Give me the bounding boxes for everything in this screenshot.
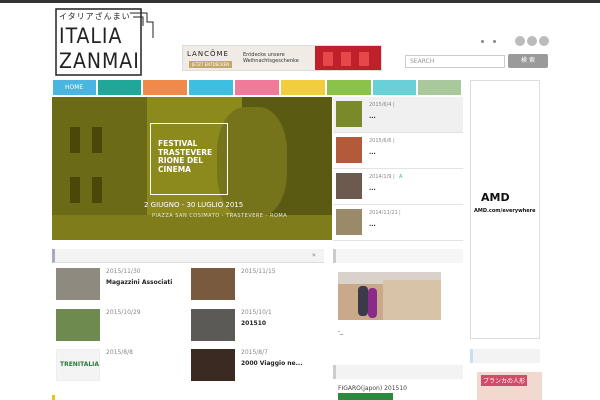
list-thumb (336, 209, 362, 235)
amd-logo: AMD (481, 191, 510, 204)
list-item[interactable]: 2014/1/9 | A ... (333, 169, 463, 205)
article-card[interactable]: 2015/11/30 Magazzini Associati (56, 268, 196, 304)
list-item[interactable]: 2015/6/4 | ... (333, 97, 463, 133)
sidebar-ad-banner[interactable]: ブランカの人形 (477, 372, 542, 400)
list-title: ... (369, 221, 376, 228)
list-thumb (336, 101, 362, 127)
nav-item-8[interactable] (373, 80, 416, 95)
more-arrow-icon[interactable]: » (312, 251, 316, 259)
banner-gift-image (315, 46, 381, 70)
amd-url: AMD.com/everywhere (474, 208, 536, 214)
list-item[interactable]: 2014/11/21 | ... (333, 205, 463, 241)
nav-item-home[interactable]: HOME (53, 80, 96, 95)
article-title: 201510 (241, 320, 267, 327)
search-input[interactable]: SEARCH (405, 55, 505, 68)
article-date: 2015/10/1 (241, 309, 272, 316)
article-thumb (56, 309, 100, 341)
top-border (0, 0, 600, 3)
sidebar-ad-text: ブランカの人形 (481, 375, 528, 386)
article-date: 2015/11/15 (241, 268, 276, 275)
hero-slide[interactable]: FESTIVAL TRASTEVERE RIONE DEL CINEMA 2 G… (52, 97, 332, 240)
list-tag[interactable]: A (399, 174, 402, 180)
sidebar-ad-amd[interactable]: AMD AMD.com/everywhere (470, 80, 540, 339)
sidebar-section-header (470, 349, 540, 363)
photo-caption: -_ (338, 328, 344, 335)
article-thumb (191, 268, 235, 300)
list-title: ... (369, 185, 376, 192)
article-card[interactable]: TRENITALIA 2015/8/8 (56, 349, 196, 385)
right-section-header (333, 249, 463, 263)
hero-subtitle: PIAZZA SAN COSIMATO - TRASTEVERE - ROMA (152, 213, 288, 219)
nav-item-5[interactable] (235, 80, 279, 95)
rss-icon[interactable] (515, 36, 525, 46)
article-title: 2000 Viaggio ne... (241, 360, 303, 367)
nav-item-9[interactable] (418, 80, 461, 95)
article-card[interactable]: 2015/10/1 201510 (191, 309, 331, 345)
article-thumb (191, 349, 235, 381)
magazine-banner[interactable] (338, 393, 393, 400)
site-logo[interactable]: イタリアざんまい ITALIA ZANMAI (55, 8, 155, 76)
article-date: 2015/10/29 (106, 309, 141, 316)
trenitalia-logo: TRENITALIA (56, 349, 100, 381)
hero-date: 2 GIUGNO - 30 LUGLIO 2015 (144, 201, 244, 209)
featured-list: 2015/6/4 | ... 2015/6/6 | ... 2014/1/9 |… (333, 97, 463, 241)
logo-line1: ITALIA (59, 24, 123, 48)
main-nav: HOME (53, 80, 461, 96)
list-thumb (336, 137, 362, 163)
right-section-header-2 (333, 365, 463, 379)
article-thumb (191, 309, 235, 341)
article-date: 2015/8/7 (241, 349, 268, 356)
list-item[interactable]: 2015/6/6 | ... (333, 133, 463, 169)
banner-cta[interactable]: JETZT ENTDECKEN (189, 61, 233, 68)
list-date: 2015/6/4 (369, 102, 392, 108)
featured-photo[interactable] (338, 272, 441, 320)
logo-japanese-text: イタリアざんまい (59, 12, 131, 21)
article-card[interactable]: 2015/8/7 2000 Viaggio ne... (191, 349, 331, 385)
header-banner-ad[interactable]: LANCÔME JETZT ENTDECKEN Entdecke unsere … (182, 45, 382, 71)
article-date: 2015/11/30 (106, 268, 141, 275)
nav-item-7[interactable] (327, 80, 371, 95)
section-header: » (52, 249, 324, 263)
logo-line2: ZANMAI (59, 49, 140, 73)
list-thumb (336, 173, 362, 199)
twitter-icon[interactable] (527, 36, 537, 46)
article-card[interactable]: 2015/11/15 (191, 268, 331, 304)
list-title: ... (369, 113, 376, 120)
list-date: 2014/1/9 (369, 174, 392, 180)
nav-item-3[interactable] (143, 80, 187, 95)
hero-title: FESTIVAL TRASTEVERE RIONE DEL CINEMA (158, 139, 213, 174)
list-date: 2015/6/6 (369, 138, 392, 144)
banner-brand: LANCÔME (187, 50, 229, 58)
nav-item-6[interactable] (281, 80, 325, 95)
article-date: 2015/8/8 (106, 349, 133, 356)
search-button[interactable]: 検 索 (508, 54, 548, 68)
facebook-icon[interactable] (539, 36, 549, 46)
magazine-link[interactable]: FIGARO(japon) 201510 (338, 385, 407, 392)
banner-text: Entdecke unsere Weihnachtsgeschenke (243, 52, 299, 64)
list-title: ... (369, 149, 376, 156)
section-accent (52, 395, 55, 400)
article-thumb (56, 268, 100, 300)
list-date: 2014/11/21 (369, 210, 398, 216)
article-title: Magazzini Associati (106, 279, 173, 286)
nav-item-4[interactable] (189, 80, 233, 95)
article-card[interactable]: 2015/10/29 (56, 309, 196, 345)
nav-item-2[interactable] (98, 80, 141, 95)
